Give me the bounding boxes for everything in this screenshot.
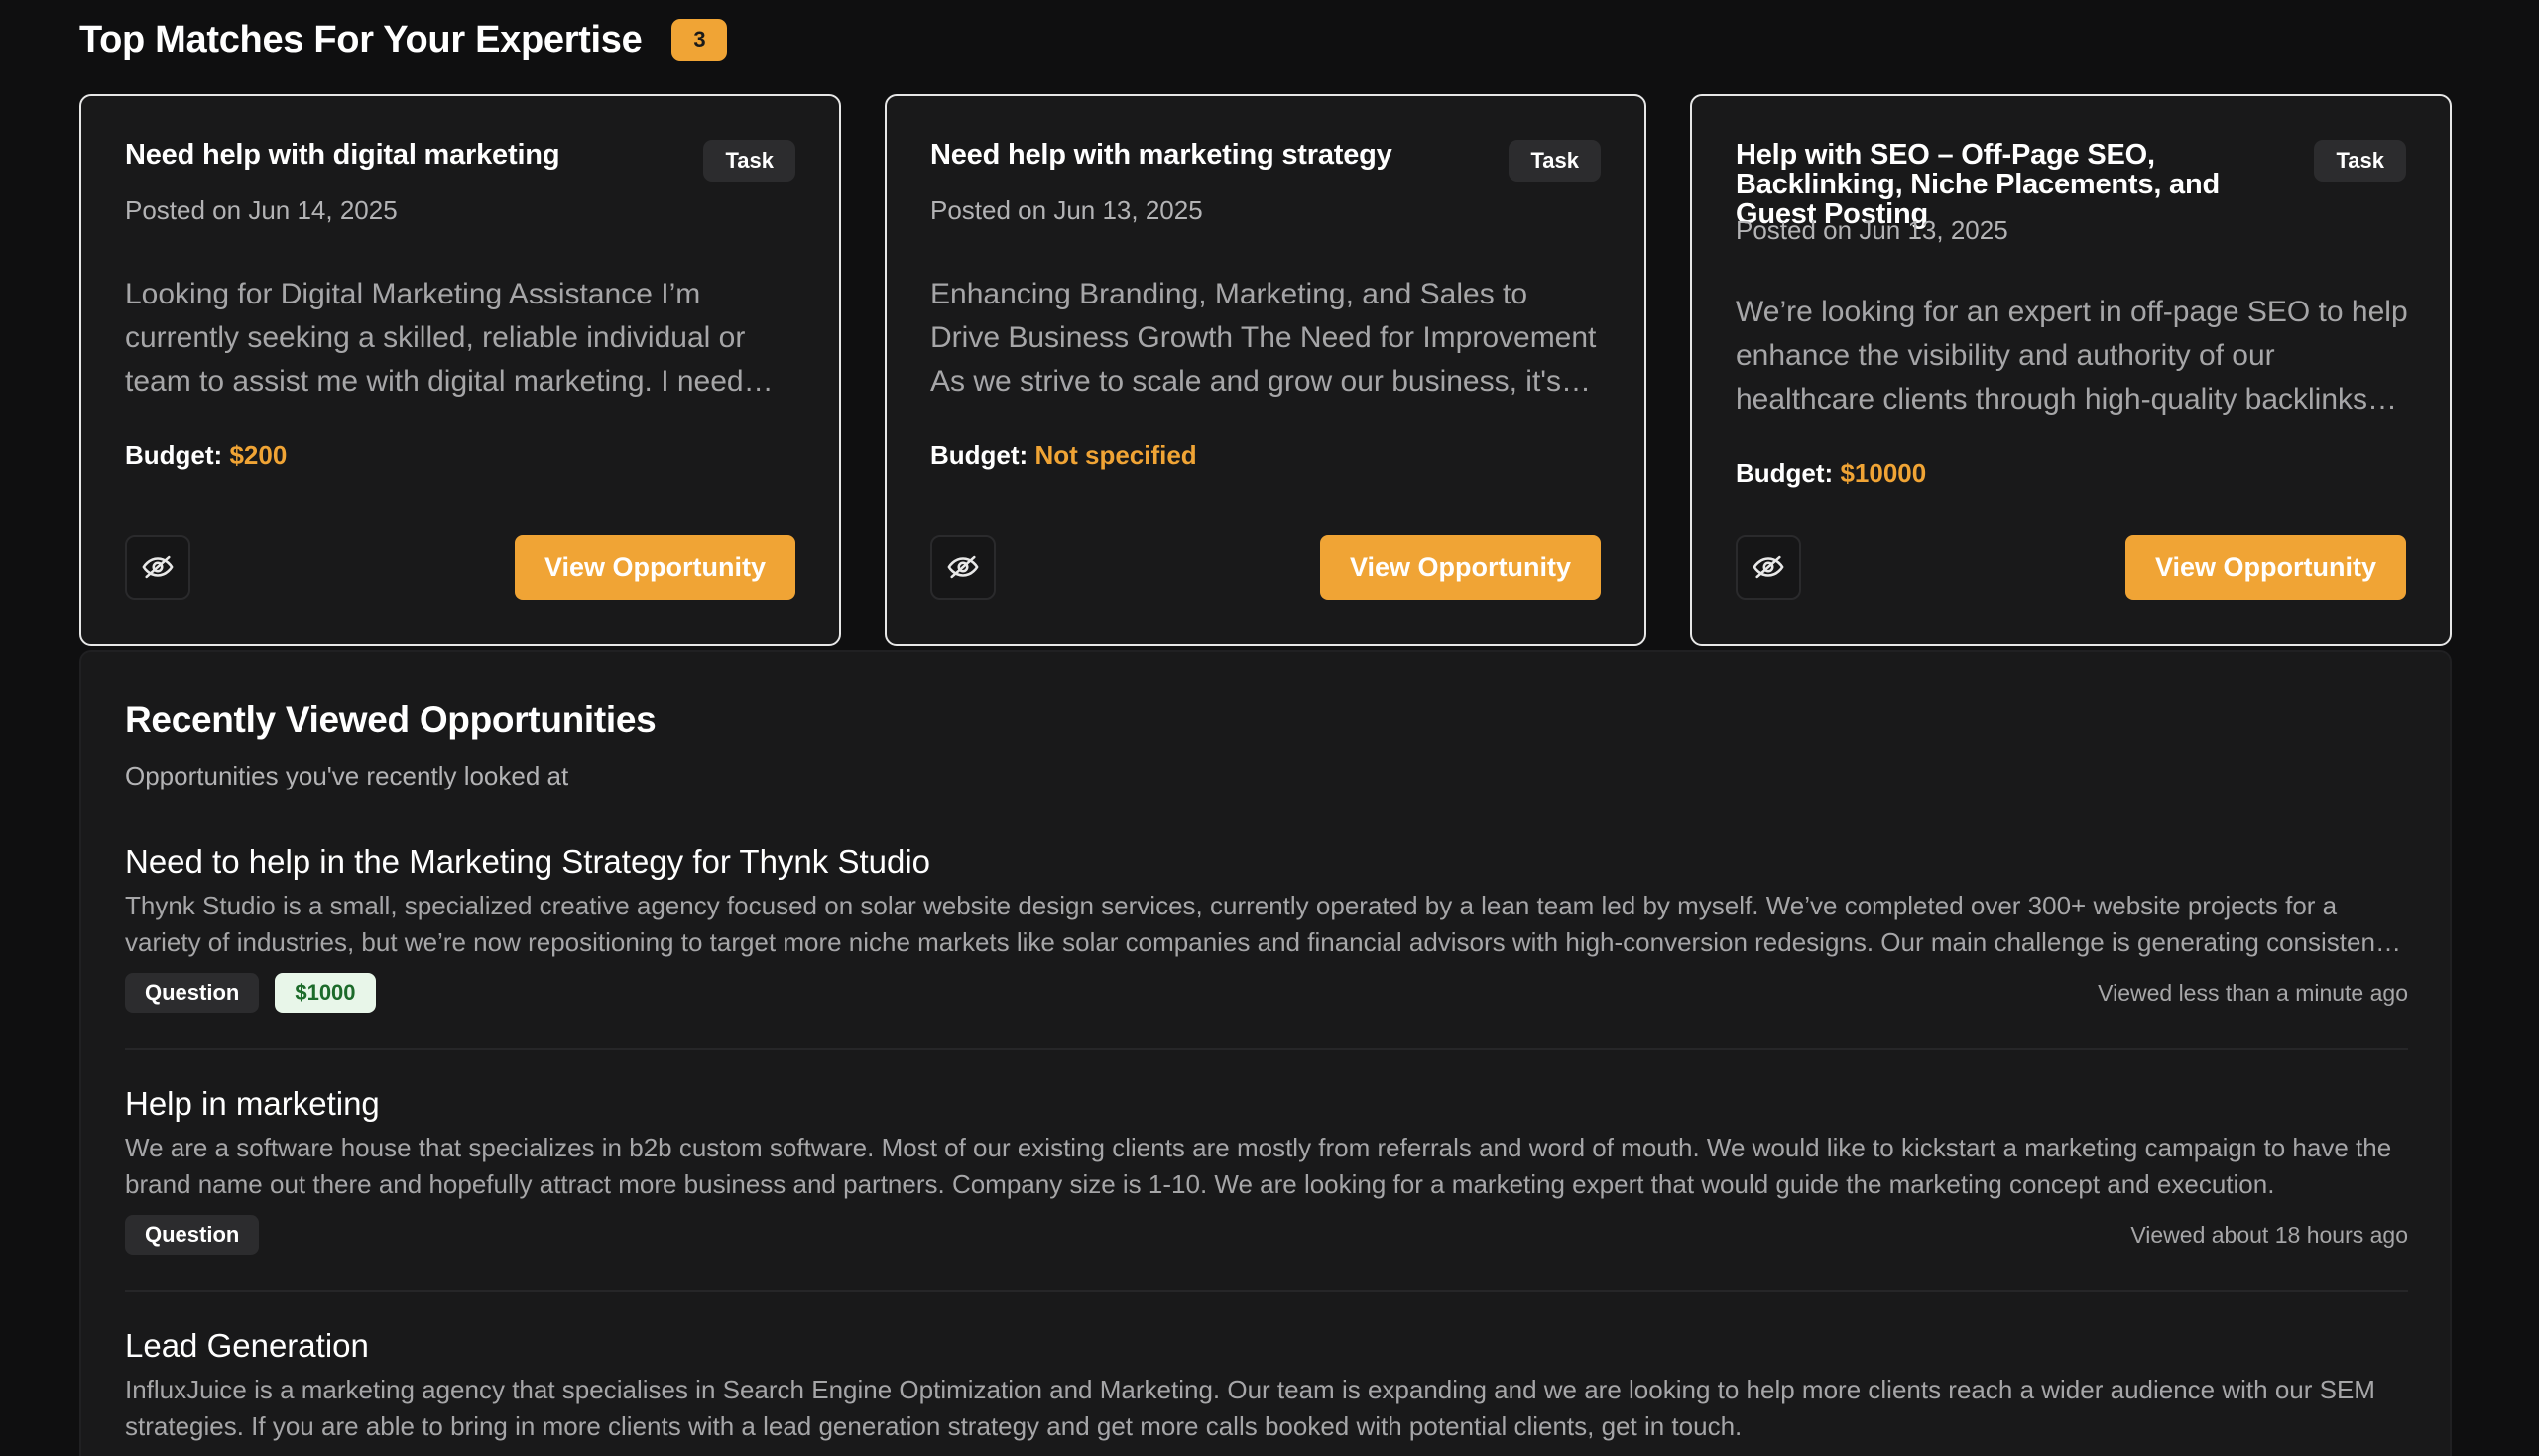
viewed-timestamp: Viewed about 18 hours ago [2130,1221,2408,1248]
budget-label: Budget: [930,440,1028,470]
match-budget: Budget: $10000 [1736,458,1926,489]
match-card: Need help with digital marketing Task Po… [79,94,841,646]
price-badge: $1000 [275,973,376,1013]
match-count-badge: 3 [671,19,728,61]
match-description: Looking for Digital Marketing Assistance… [125,278,746,398]
list-divider [125,1290,2408,1292]
match-posted-date: Posted on Jun 13, 2025 [1736,215,2008,245]
match-card: Help with SEO – Off-Page SEO, Backlinkin… [1690,94,2452,646]
list-item-meta: Question $1000 Viewed less than a minute… [125,973,2408,1013]
list-item[interactable]: Lead Generation InfluxJuice is a marketi… [125,1326,2408,1445]
eye-off-icon [142,555,174,579]
match-description: We’re looking for an expert in off-page … [1736,296,2408,416]
viewed-timestamp: Viewed less than a minute ago [2098,979,2408,1006]
recently-viewed-title: Recently Viewed Opportunities [125,699,657,740]
list-item-title[interactable]: Need to help in the Marketing Strategy f… [125,842,2408,882]
recently-viewed-panel: Recently Viewed Opportunities Opportunit… [79,650,2452,1456]
budget-value: Not specified [1034,440,1197,470]
hide-opportunity-button[interactable] [125,535,190,600]
budget-label: Budget: [125,440,223,470]
budget-value: $200 [229,440,288,470]
match-budget: Budget: Not specified [930,440,1197,471]
list-item-description: We are a software house that specializes… [125,1133,2392,1199]
budget-value: $10000 [1840,458,1927,488]
top-matches-header: Top Matches For Your Expertise 3 [79,14,728,65]
recently-viewed-subtitle: Opportunities you've recently looked at [125,761,569,790]
list-item-description: Thynk Studio is a small, specialized cre… [125,891,2383,957]
budget-label: Budget: [1736,458,1834,488]
hide-opportunity-button[interactable] [1736,535,1801,600]
match-type-pill: Task [703,140,795,182]
page: Top Matches For Your Expertise 3 Need he… [0,0,2539,1456]
list-item-title[interactable]: Lead Generation [125,1326,2408,1366]
match-card: Need help with marketing strategy Task P… [885,94,1646,646]
list-item[interactable]: Help in marketing We are a software hous… [125,1084,2408,1255]
match-budget: Budget: $200 [125,440,287,471]
match-cards: Need help with digital marketing Task Po… [79,94,2452,646]
hide-opportunity-button[interactable] [930,535,996,600]
match-type-pill: Task [1509,140,1601,182]
match-posted-date: Posted on Jun 14, 2025 [125,195,398,225]
match-description: Enhancing Branding, Marketing, and Sales… [930,278,1597,398]
list-item[interactable]: Need to help in the Marketing Strategy f… [125,842,2408,1013]
type-badge: Question [125,973,260,1013]
match-card-title: Need help with marketing strategy [930,139,1392,171]
eye-off-icon [1753,555,1784,579]
list-item-description: InfluxJuice is a marketing agency that s… [125,1375,2375,1441]
top-matches-title: Top Matches For Your Expertise [79,18,643,61]
list-item-meta: Question Viewed about 18 hours ago [125,1215,2408,1255]
match-type-pill: Task [2314,140,2406,182]
view-opportunity-button[interactable]: View Opportunity [1319,535,1601,600]
list-item-title[interactable]: Help in marketing [125,1084,2408,1124]
match-card-title: Need help with digital marketing [125,139,560,171]
type-badge: Question [125,1215,260,1255]
match-posted-date: Posted on Jun 13, 2025 [930,195,1203,225]
eye-off-icon [947,555,979,579]
view-opportunity-button[interactable]: View Opportunity [514,535,795,600]
list-divider [125,1048,2408,1050]
view-opportunity-button[interactable]: View Opportunity [2124,535,2406,600]
